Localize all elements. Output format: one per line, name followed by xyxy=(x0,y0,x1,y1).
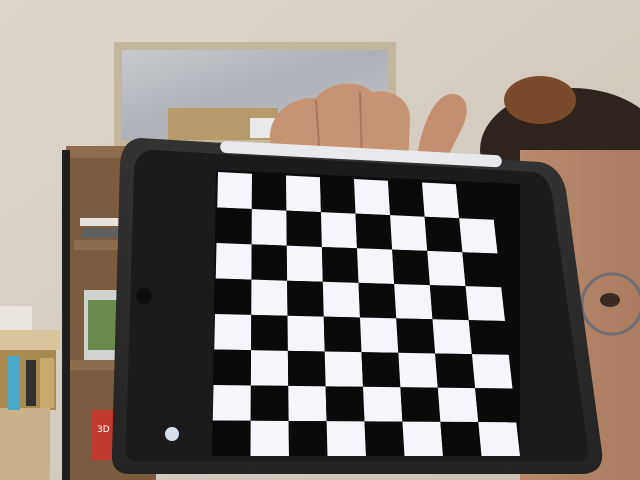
checker-square xyxy=(326,421,366,456)
checker-square xyxy=(217,172,252,210)
checker-square xyxy=(390,215,428,251)
checker-square xyxy=(250,420,289,456)
checker-square xyxy=(363,386,403,422)
checker-square xyxy=(422,182,460,219)
checker-square xyxy=(250,350,289,386)
checker-square xyxy=(354,179,391,216)
checker-square xyxy=(322,281,360,318)
checker-square xyxy=(286,210,322,247)
checker-square xyxy=(251,173,287,211)
checker-square xyxy=(355,213,393,250)
checker-square xyxy=(478,422,520,456)
checker-square xyxy=(465,286,505,321)
checker-square xyxy=(251,244,288,281)
checker-square xyxy=(462,252,502,288)
checker-square xyxy=(358,282,397,319)
checker-square xyxy=(402,421,443,456)
book-label: 3D xyxy=(97,425,110,435)
checker-square xyxy=(216,207,252,245)
checker-square xyxy=(392,249,430,286)
checker-square xyxy=(364,421,405,456)
checker-square xyxy=(360,317,399,353)
checker-square xyxy=(456,184,494,220)
checker-square xyxy=(471,354,513,389)
checker-square xyxy=(250,385,289,421)
checker-square xyxy=(287,280,324,317)
checker-square xyxy=(323,316,362,353)
checker-square xyxy=(215,243,252,280)
checker-square xyxy=(475,388,517,423)
checker-square xyxy=(288,420,328,456)
tablet xyxy=(111,138,603,474)
photo-scene: 3D xyxy=(0,0,640,480)
checker-square xyxy=(320,177,356,214)
checker-square xyxy=(388,180,425,217)
checker-square xyxy=(324,351,363,387)
checker-square xyxy=(398,352,438,388)
checker-square xyxy=(286,245,323,282)
checker-square xyxy=(321,246,359,283)
checker-square xyxy=(437,387,479,423)
checker-square xyxy=(432,319,472,355)
checker-square xyxy=(400,387,441,422)
checker-square xyxy=(459,218,498,254)
checker-square xyxy=(396,318,436,354)
checker-square xyxy=(212,420,251,456)
front-camera-icon xyxy=(136,288,152,304)
checker-square xyxy=(394,283,433,320)
checker-square xyxy=(213,349,252,386)
checker-square xyxy=(361,352,401,388)
checker-square xyxy=(424,216,463,253)
checker-square xyxy=(251,209,287,246)
checker-square xyxy=(357,248,395,284)
checker-square xyxy=(214,314,252,351)
scene-canvas: 3D xyxy=(0,0,640,480)
checker-square xyxy=(215,278,252,315)
checker-square xyxy=(251,314,288,351)
checker-square xyxy=(427,250,466,287)
checker-square xyxy=(287,315,325,352)
checker-square xyxy=(325,386,365,422)
checker-square xyxy=(320,212,357,249)
checker-square xyxy=(212,385,251,421)
checker-square xyxy=(429,285,469,321)
checker-square xyxy=(468,320,509,355)
checker-square xyxy=(435,353,476,389)
checker-square xyxy=(288,385,327,422)
checker-square xyxy=(286,175,321,213)
checkerboard-pattern xyxy=(212,172,520,456)
checker-square xyxy=(251,279,288,316)
checker-square xyxy=(440,421,482,456)
checker-square xyxy=(287,350,326,387)
